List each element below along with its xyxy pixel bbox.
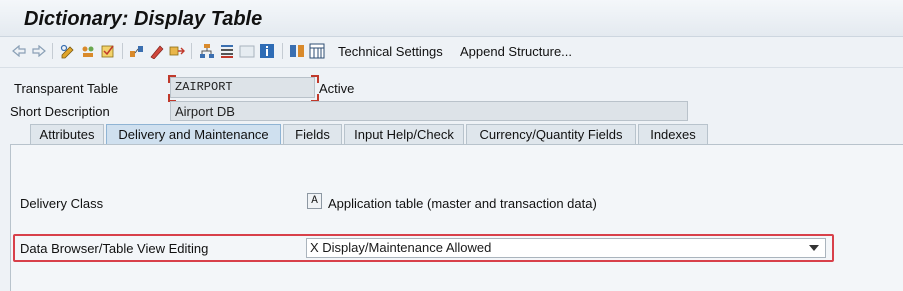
toolbar-separator — [122, 43, 123, 59]
object-list-icon[interactable] — [219, 43, 235, 59]
delivery-class-description: Application table (master and transactio… — [328, 196, 597, 211]
browser-editing-label: Data Browser/Table View Editing — [20, 241, 209, 256]
display-change-icon[interactable] — [60, 43, 76, 59]
info-icon[interactable] — [259, 43, 275, 59]
navigation-icon[interactable] — [169, 43, 185, 59]
title-bar: Dictionary: Display Table — [0, 0, 903, 37]
activate-icon[interactable] — [100, 43, 116, 59]
short-description-label: Short Description — [10, 104, 110, 119]
table-name-field[interactable]: ZAIRPORT — [170, 77, 315, 98]
tab-fields[interactable]: Fields — [283, 124, 342, 145]
application-toolbar: Technical Settings Append Structure... — [0, 37, 903, 68]
pencil-icon[interactable] — [149, 43, 165, 59]
tab-indexes[interactable]: Indexes — [638, 124, 708, 145]
delivery-class-label: Delivery Class — [20, 196, 104, 211]
toolbar-separator — [282, 43, 283, 59]
status-text: Active — [319, 81, 355, 96]
browser-editing-value: X Display/Maintenance Allowed — [310, 240, 492, 255]
forward-icon[interactable] — [32, 45, 46, 57]
table-icon[interactable] — [309, 43, 325, 59]
technical-settings-button[interactable]: Technical Settings — [338, 44, 443, 59]
toolbar-separator — [191, 43, 192, 59]
browser-editing-dropdown[interactable]: X Display/Maintenance Allowed — [306, 238, 826, 258]
tab-delivery-and-maintenance[interactable]: Delivery and Maintenance — [106, 124, 281, 145]
other-object-icon[interactable] — [80, 43, 96, 59]
short-description-field[interactable]: Airport DB — [170, 101, 688, 121]
focus-corner — [168, 75, 176, 83]
toolbar-separator — [52, 43, 53, 59]
chevron-down-icon[interactable] — [809, 245, 819, 251]
tab-currency-quantity-fields[interactable]: Currency/Quantity Fields — [466, 124, 636, 145]
transparent-table-label: Transparent Table — [14, 81, 119, 96]
append-structure-button[interactable]: Append Structure... — [460, 44, 572, 59]
tab-input-help-check[interactable]: Input Help/Check — [344, 124, 464, 145]
back-icon[interactable] — [12, 45, 26, 57]
hierarchy-icon[interactable] — [199, 43, 215, 59]
focus-corner — [311, 75, 319, 83]
delivery-maintenance-panel — [10, 144, 903, 291]
tab-attributes[interactable]: Attributes — [30, 124, 104, 145]
graphic-icon[interactable] — [239, 43, 255, 59]
delivery-class-field[interactable]: A — [307, 193, 322, 209]
where-used-icon[interactable] — [129, 43, 145, 59]
page-title: Dictionary: Display Table — [24, 8, 263, 30]
contents-icon[interactable] — [289, 43, 305, 59]
